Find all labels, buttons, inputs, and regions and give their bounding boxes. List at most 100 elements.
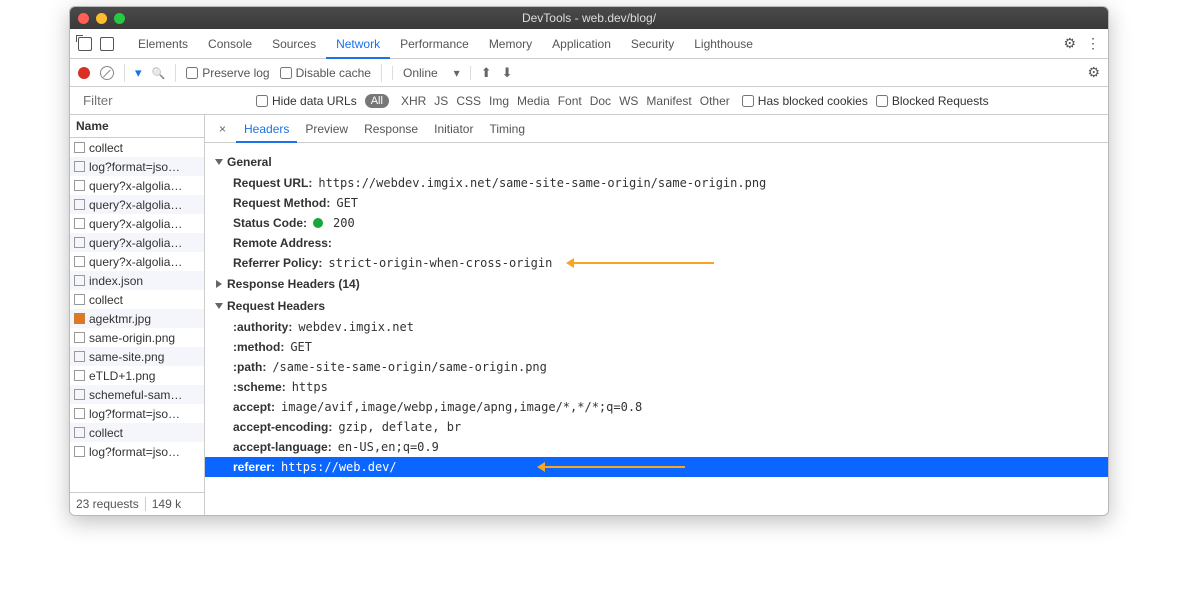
filter-type-manifest[interactable]: Manifest xyxy=(642,94,695,108)
blocked-requests-label: Blocked Requests xyxy=(892,94,989,108)
request-name: query?x-algolia… xyxy=(89,217,182,231)
section-general[interactable]: General xyxy=(215,151,1098,173)
import-har-icon[interactable]: ⬆ xyxy=(481,65,492,81)
annotation-arrow-icon xyxy=(545,466,685,468)
request-row[interactable]: collect xyxy=(70,423,204,442)
filter-type-css[interactable]: CSS xyxy=(452,94,485,108)
request-row[interactable]: query?x-algolia… xyxy=(70,195,204,214)
filter-type-media[interactable]: Media xyxy=(513,94,554,108)
tab-elements[interactable]: Elements xyxy=(128,31,198,57)
filter-type-ws[interactable]: WS xyxy=(615,94,642,108)
filter-type-doc[interactable]: Doc xyxy=(586,94,615,108)
filter-type-all[interactable]: All xyxy=(365,94,389,108)
request-name: query?x-algolia… xyxy=(89,198,182,212)
request-name: schemeful-sam… xyxy=(89,388,182,402)
more-menu-icon[interactable] xyxy=(1086,35,1100,52)
request-row[interactable]: same-site.png xyxy=(70,347,204,366)
main-tabs: ElementsConsoleSourcesNetworkPerformance… xyxy=(70,29,1108,59)
request-row[interactable]: collect xyxy=(70,138,204,157)
request-row[interactable]: log?format=jso… xyxy=(70,442,204,461)
settings-gear-icon[interactable] xyxy=(1063,35,1076,52)
request-url-key: Request URL: xyxy=(233,176,312,190)
filter-type-other[interactable]: Other xyxy=(696,94,734,108)
accept-key: accept: xyxy=(233,400,275,414)
file-icon xyxy=(74,332,85,343)
blocked-requests-checkbox[interactable]: Blocked Requests xyxy=(876,94,989,108)
divider xyxy=(175,64,176,82)
accept-encoding-value: gzip, deflate, br xyxy=(338,420,461,434)
request-method-key: Request Method: xyxy=(233,196,330,210)
preserve-log-checkbox[interactable]: Preserve log xyxy=(186,66,269,80)
file-icon xyxy=(74,256,85,267)
file-icon xyxy=(74,427,85,438)
titlebar: DevTools - web.dev/blog/ xyxy=(70,7,1108,29)
close-detail-icon[interactable]: × xyxy=(213,122,232,136)
chevron-down-icon xyxy=(454,66,460,80)
detail-tab-initiator[interactable]: Initiator xyxy=(426,117,481,141)
request-name: collect xyxy=(89,426,123,440)
tab-lighthouse[interactable]: Lighthouse xyxy=(684,31,763,57)
file-icon xyxy=(74,446,85,457)
record-button[interactable] xyxy=(78,67,90,79)
request-row[interactable]: schemeful-sam… xyxy=(70,385,204,404)
name-column-header[interactable]: Name xyxy=(70,115,204,138)
filter-type-xhr[interactable]: XHR xyxy=(397,94,430,108)
clear-button[interactable] xyxy=(100,66,114,80)
network-settings-gear-icon[interactable] xyxy=(1087,64,1100,81)
file-icon xyxy=(74,199,85,210)
request-row[interactable]: collect xyxy=(70,290,204,309)
disable-cache-checkbox[interactable]: Disable cache xyxy=(280,66,371,80)
tab-sources[interactable]: Sources xyxy=(262,31,326,57)
export-har-icon[interactable]: ⬇ xyxy=(502,65,513,81)
detail-tab-preview[interactable]: Preview xyxy=(297,117,356,141)
status-code-value: 200 xyxy=(333,216,355,230)
file-icon xyxy=(74,237,85,248)
file-icon xyxy=(74,218,85,229)
request-name: query?x-algolia… xyxy=(89,255,182,269)
request-row[interactable]: query?x-algolia… xyxy=(70,176,204,195)
disable-cache-label: Disable cache xyxy=(296,66,371,80)
referer-key: referer: xyxy=(233,460,275,474)
filter-type-js[interactable]: JS xyxy=(430,94,452,108)
request-url-value: https://webdev.imgix.net/same-site-same-… xyxy=(318,176,766,190)
inspect-element-icon[interactable] xyxy=(78,37,92,51)
network-toolbar: ▾ Preserve log Disable cache Online ⬆ ⬇ xyxy=(70,59,1108,87)
detail-tab-timing[interactable]: Timing xyxy=(481,117,533,141)
section-request-headers[interactable]: Request Headers xyxy=(215,295,1098,317)
request-row[interactable]: eTLD+1.png xyxy=(70,366,204,385)
request-row[interactable]: query?x-algolia… xyxy=(70,252,204,271)
tab-application[interactable]: Application xyxy=(542,31,621,57)
throttling-select[interactable]: Online xyxy=(392,66,471,80)
file-icon xyxy=(74,408,85,419)
device-toolbar-icon[interactable] xyxy=(100,37,114,51)
file-icon xyxy=(74,370,85,381)
tab-performance[interactable]: Performance xyxy=(390,31,479,57)
tab-memory[interactable]: Memory xyxy=(479,31,542,57)
hide-data-urls-checkbox[interactable]: Hide data URLs xyxy=(256,94,357,108)
hide-data-urls-label: Hide data URLs xyxy=(272,94,357,108)
filter-input[interactable] xyxy=(78,91,248,111)
detail-tab-headers[interactable]: Headers xyxy=(236,117,297,143)
request-method-value: GET xyxy=(336,196,358,210)
request-row[interactable]: query?x-algolia… xyxy=(70,233,204,252)
detail-tab-response[interactable]: Response xyxy=(356,117,426,141)
request-row[interactable]: agektmr.jpg xyxy=(70,309,204,328)
image-file-icon xyxy=(74,313,85,324)
search-icon[interactable] xyxy=(152,66,166,80)
tab-security[interactable]: Security xyxy=(621,31,684,57)
filter-type-font[interactable]: Font xyxy=(554,94,586,108)
filter-type-img[interactable]: Img xyxy=(485,94,513,108)
request-row[interactable]: query?x-algolia… xyxy=(70,214,204,233)
filter-bar: Hide data URLs All XHRJSCSSImgMediaFontD… xyxy=(70,87,1108,115)
tab-network[interactable]: Network xyxy=(326,31,390,59)
file-icon xyxy=(74,180,85,191)
request-row[interactable]: index.json xyxy=(70,271,204,290)
tab-console[interactable]: Console xyxy=(198,31,262,57)
request-row[interactable]: log?format=jso… xyxy=(70,157,204,176)
filter-toggle-icon[interactable]: ▾ xyxy=(135,65,142,81)
accept-encoding-key: accept-encoding: xyxy=(233,420,332,434)
request-row[interactable]: log?format=jso… xyxy=(70,404,204,423)
has-blocked-cookies-checkbox[interactable]: Has blocked cookies xyxy=(742,94,868,108)
section-response-headers[interactable]: Response Headers (14) xyxy=(215,273,1098,295)
request-row[interactable]: same-origin.png xyxy=(70,328,204,347)
